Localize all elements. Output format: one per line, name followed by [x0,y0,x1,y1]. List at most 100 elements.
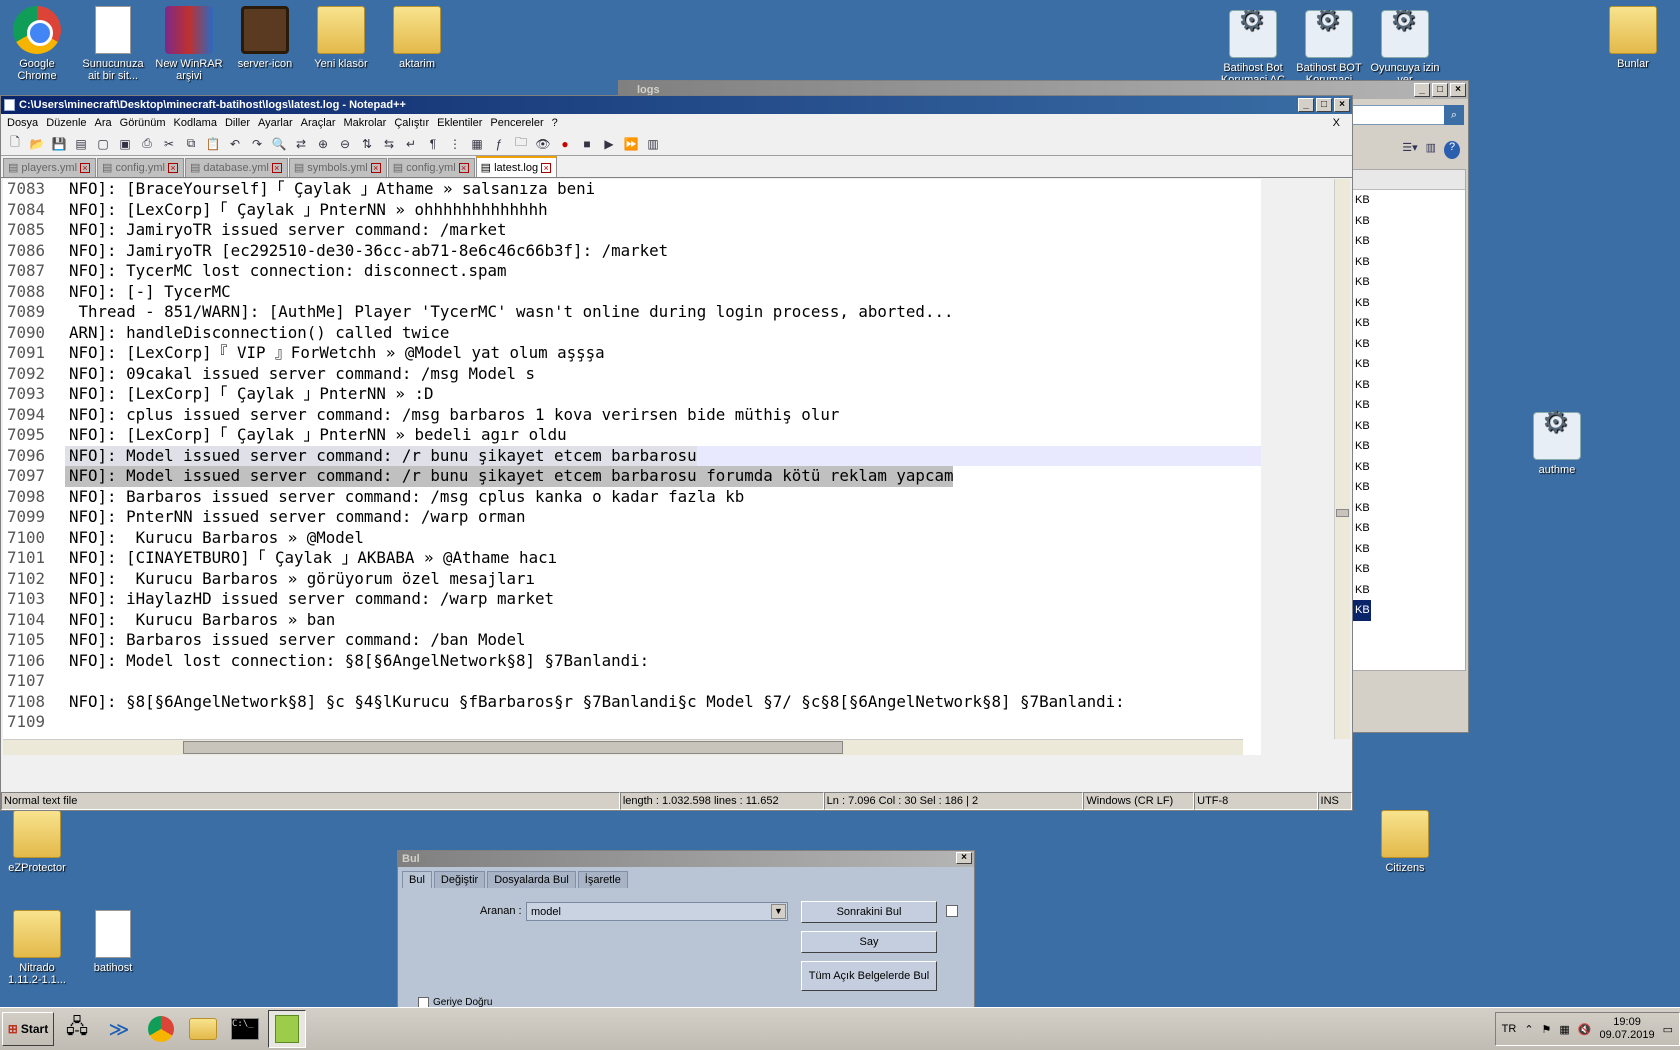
new-file-icon[interactable]: 🗋 [5,135,25,153]
line-text[interactable]: NFO]: Barbaros issued server command: /m… [65,487,744,508]
line-text[interactable]: NFO]: 09cakal issued server command: /ms… [65,364,535,385]
menu-gorunum[interactable]: Görünüm [116,117,170,129]
menu-araclar[interactable]: Araçlar [297,117,340,129]
save-all-icon[interactable]: ▤ [71,135,91,153]
editor-line[interactable]: 7087 NFO]: TycerMC lost connection: disco… [3,261,1261,282]
server-manager-icon[interactable]: 🖧 [58,1010,96,1048]
menu-diller[interactable]: Diller [221,117,254,129]
line-text[interactable]: NFO]: [-] TycerMC [65,282,231,303]
show-all-chars-icon[interactable]: ¶ [423,135,443,153]
scroll-thumb[interactable] [1336,509,1349,517]
line-text[interactable]: NFO]: [CINAYETBURO]「 Çaylak 」AKBABA » @A… [65,548,557,569]
line-text[interactable]: NFO]: Kurucu Barbaros » ban [65,610,335,631]
explorer-file-list[interactable]: KB KB KB KB KB KB KB KB KB KB KB KB KB KB KB KB KB KB KB KB… [1352,169,1466,671]
desktop-icon-nitrado[interactable]: Nitrado 1.11.2-1.1... [0,910,77,986]
menu-ara[interactable]: Ara [91,117,116,129]
count-button[interactable]: Say [801,931,937,953]
close-tab-icon[interactable]: × [80,163,91,173]
line-text[interactable]: NFO]: [LexCorp]「 Çaylak 」PnterNN » ohhhh… [65,200,548,221]
line-text[interactable]: NFO]: Barbaros issued server command: /b… [65,630,526,651]
paste-icon[interactable]: 📋 [203,135,223,153]
editor-line[interactable]: 7100 NFO]: Kurucu Barbaros » @Model [3,527,1261,549]
desktop-icon-winrar[interactable]: New WinRAR arşivi [149,6,229,82]
search-input[interactable]: model [531,906,561,918]
show-hidden-icon[interactable]: ⌃ [1524,1023,1533,1036]
menu-duzenle[interactable]: Düzenle [42,117,90,129]
line-text[interactable]: Thread - 851/WARN]: [AuthMe] Player 'Tyc… [65,302,954,323]
editor-line[interactable]: 7083 NFO]: [BraceYourself]「 Çaylak 」Atham… [3,179,1261,200]
editor-line[interactable]: 7102 NFO]: Kurucu Barbaros » görüyorum öz… [3,568,1261,589]
editor-line[interactable]: 7092 NFO]: 09cakal issued server command:… [3,363,1261,385]
line-text[interactable]: NFO]: Kurucu Barbaros » @Model [65,528,364,549]
stop-macro-icon[interactable]: ■ [577,135,597,153]
close-tab-icon[interactable]: × [271,163,282,173]
file-size-cell[interactable]: KB [1353,211,1465,232]
line-text[interactable]: NFO]: JamiryoTR issued server command: /… [65,220,506,241]
file-size-cell[interactable]: KB [1353,580,1465,601]
powershell-icon[interactable]: ≫ [100,1010,138,1048]
sync-v-icon[interactable]: ⇅ [357,135,377,153]
file-size-cell[interactable]: KB [1353,539,1465,560]
menu-calistir[interactable]: Çalıştır [390,117,433,129]
print-icon[interactable]: ⎙ [137,135,157,153]
volume-muted-icon[interactable]: 🔇 [1578,1023,1592,1036]
editor-line[interactable]: 7096 NFO]: Model issued server command: /… [3,445,1261,466]
file-size-cell[interactable]: KB [1353,293,1465,314]
menu-makrolar[interactable]: Makrolar [340,117,391,129]
editor-line[interactable]: 7107 [3,671,1261,692]
desktop-icon-batihost-bot-ac[interactable]: Batihost Bot Korumaci AC [1213,10,1293,82]
editor-line[interactable]: 7086 NFO]: JamiryoTR [ec292510-de30-36cc-… [3,240,1261,261]
record-macro-icon[interactable]: ● [555,135,575,153]
save-icon[interactable]: 💾 [49,135,69,153]
zoom-in-icon[interactable]: ⊕ [313,135,333,153]
file-size-cell[interactable]: KB [1353,457,1465,478]
line-text[interactable]: NFO]: Model issued server command: /r bu… [65,445,697,466]
monitor-icon[interactable]: 👁 [533,135,553,153]
network-icon[interactable]: ▦ [1559,1023,1569,1036]
file-size-cell[interactable]: KB [1353,354,1465,375]
menu-help[interactable]: ? [548,117,562,129]
editor-line[interactable]: 7089 Thread - 851/WARN]: [AuthMe] Player… [3,302,1261,323]
tab-bul[interactable]: Bul [402,871,432,888]
text-editor[interactable]: 7083 NFO]: [BraceYourself]「 Çaylak 」Atham… [3,179,1261,755]
line-text[interactable]: NFO]: [LexCorp]『 VIP 』ForWetchh » @Model… [65,343,605,364]
tab-degistir[interactable]: Değiştir [433,871,486,888]
editor-line[interactable]: 7099 NFO]: PnterNN issued server command:… [3,507,1261,528]
view-icon[interactable]: ☰▾ [1402,141,1417,159]
file-size-cell[interactable]: KB [1353,190,1465,211]
desktop-icon-bunlar[interactable]: Bunlar [1593,6,1673,70]
line-text[interactable]: NFO]: [BraceYourself]「 Çaylak 」Athame » … [65,179,595,200]
undo-icon[interactable]: ↶ [225,135,245,153]
notepadpp-window[interactable]: C:\Users\minecraft\Desktop\minecraft-bat… [0,95,1353,811]
desktop-icon-server-icon[interactable]: server-icon [225,6,305,70]
line-text[interactable]: NFO]: Model lost connection: §8[§6AngelN… [65,651,649,672]
language-indicator[interactable]: TR [1502,1023,1517,1035]
editor-line[interactable]: 7097 NFO]: Model issued server command: /… [3,466,1261,487]
find-dialog[interactable]: Bul × Bul Değiştir Dosyalarda Bul İşaretl… [397,850,975,1008]
doc-map-icon[interactable]: ▦ [467,135,487,153]
file-size-cell[interactable]: KB [1353,252,1465,273]
indent-guide-icon[interactable]: ⋮ [445,135,465,153]
run-macro-multiple-icon[interactable]: ⏩ [621,135,641,153]
editor-line[interactable]: 7084 NFO]: [LexCorp]「 Çaylak 」PnterNN » o… [3,199,1261,221]
line-text[interactable] [65,671,69,692]
editor-line[interactable]: 7108 NFO]: §8[§6AngelNetwork§8] §c §4§lKu… [3,691,1261,712]
redo-icon[interactable]: ↷ [247,135,267,153]
minimize-button[interactable]: _ [1414,83,1430,97]
search-icon[interactable]: ⌕ [1444,105,1464,125]
help-icon[interactable]: ? [1444,141,1460,159]
line-text[interactable]: NFO]: TycerMC lost connection: disconnec… [65,261,506,282]
close-button[interactable]: × [1450,83,1466,97]
file-size-cell[interactable]: KB [1353,272,1465,293]
menu-dosya[interactable]: Dosya [3,117,42,129]
folder-workspace-icon[interactable]: 🗀 [511,135,531,153]
sync-h-icon[interactable]: ⇆ [379,135,399,153]
file-size-cell[interactable]: KB [1353,436,1465,457]
column-header[interactable] [1353,170,1465,190]
find-all-open-docs-button[interactable]: Tüm Açık Belgelerde Bul [801,961,937,991]
tab-config-yml-2[interactable]: ▤ config.yml × [387,158,475,177]
scroll-thumb[interactable] [183,741,843,754]
desktop-icon-chrome[interactable]: Google Chrome [0,6,77,82]
desktop-icon-batihost[interactable]: batihost [73,910,153,974]
desktop-icon-aktarim[interactable]: aktarim [377,6,457,70]
